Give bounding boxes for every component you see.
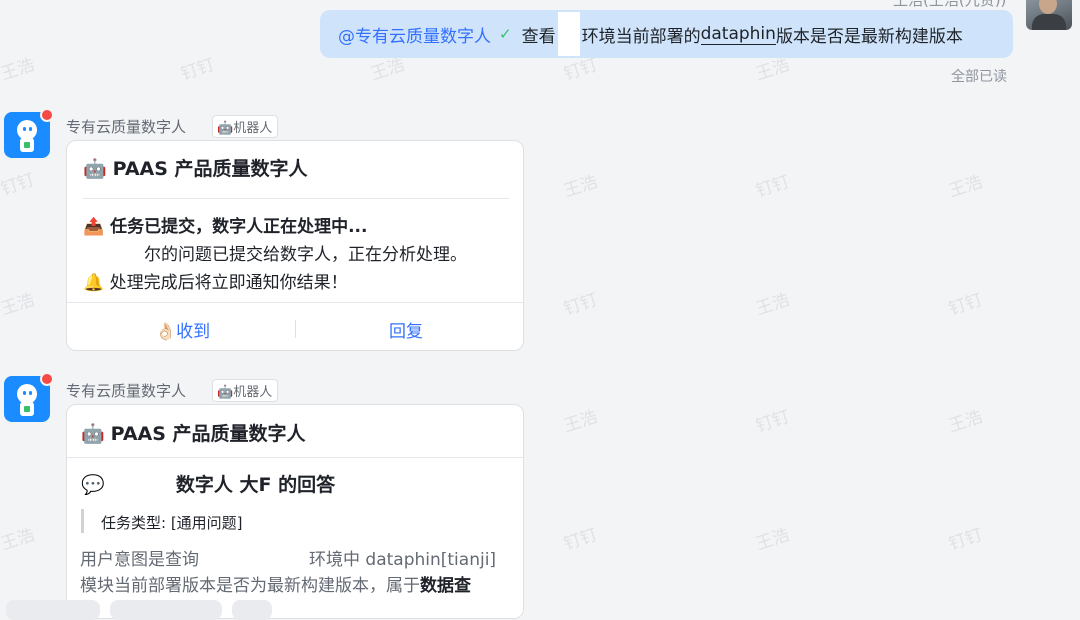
redacted-area [557,12,580,56]
intent-text: 用户意图是查询 环境中 dataphin[tianji] [80,550,497,570]
my-message-bubble[interactable]: @专有云质量数字人 ✓ 查看 环境当前部署的 dataphin 版本是否是最新构… [320,10,1013,58]
message-text: 查看 [521,26,556,47]
task-type: 任务类型: [通用问题] [101,514,243,532]
avatar[interactable] [1026,0,1072,30]
robot-tag: 🤖机器人 [212,379,279,402]
bell-icon: 🔔 [83,273,105,293]
read-status[interactable]: 全部已读 [951,66,1007,86]
bot-card: 🤖 PAAS 产品质量数字人 📤 任务已提交，数字人正在处理中... 尔的问题已提… [66,140,524,351]
intent-text: 模块当前部署版本是否为最新构建版本，属于数据查 [80,576,471,596]
quick-action[interactable] [232,600,272,620]
status-line: 📤 任务已提交，数字人正在处理中... [83,217,368,237]
bot-avatar[interactable] [4,372,54,422]
robot-icon: 🤖 [217,121,234,136]
robot-icon: 🤖 [81,423,105,445]
outbox-icon: 📤 [83,217,105,237]
robot-tag: 🤖机器人 [212,115,279,138]
bot-avatar[interactable] [4,108,54,158]
card-title: 🤖 PAAS 产品质量数字人 [83,158,308,180]
message-text: 版本是否是最新构建版本 [775,26,963,47]
answer-heading: 💬 数字人 大F 的回答 [81,474,336,497]
robot-icon: 🤖 [217,385,234,400]
robot-icon: 🤖 [83,158,107,180]
status-line: 🔔 处理完成后将立即通知你结果！ [83,273,348,293]
received-button[interactable]: 👌🏻收到 [155,317,210,342]
reply-button[interactable]: 回复 [389,317,423,342]
status-line: 尔的问题已提交给数字人，正在分析处理。 [144,245,467,265]
ok-hand-icon: 👌🏻 [155,322,177,342]
mention-link[interactable]: @专有云质量数字人 [338,22,491,47]
bot-sender-name: 专有云质量数字人 [66,118,187,136]
quick-action[interactable] [6,600,100,620]
message-underlined-term[interactable]: dataphin [700,24,776,45]
bot-sender-name: 专有云质量数字人 [66,382,187,400]
sender-name: 王浩(王浩(九贤)) [893,0,1007,9]
quick-action[interactable] [110,600,222,620]
card-title: 🤖 PAAS 产品质量数字人 [81,423,306,445]
speech-bubble-icon: 💬 [81,474,105,496]
bot-card: 🤖 PAAS 产品质量数字人 💬 数字人 大F 的回答 任务类型: [通用问题] … [66,404,524,619]
redacted-area [111,474,170,497]
check-circle-icon: ✓ [499,25,512,43]
message-text: 环境当前部署的 [581,26,701,47]
